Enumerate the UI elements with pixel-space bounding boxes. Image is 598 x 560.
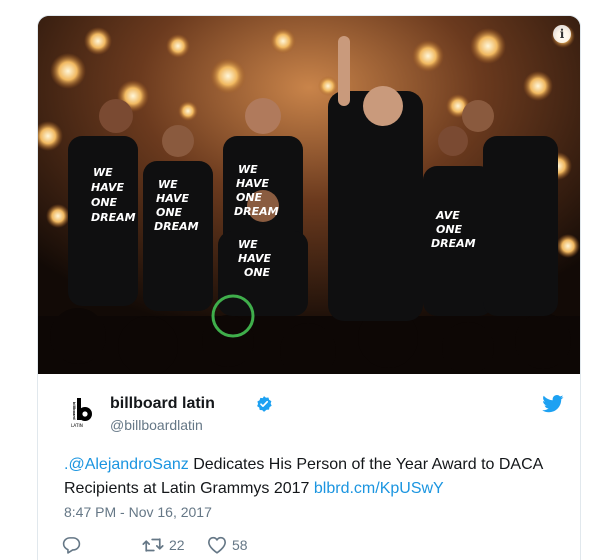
svg-text:HAVE: HAVE bbox=[236, 177, 269, 190]
avatar-label: LATIN bbox=[71, 423, 83, 428]
svg-text:WE: WE bbox=[238, 238, 258, 251]
user-handle[interactable]: @billboardlatin bbox=[110, 417, 203, 433]
retweet-icon bbox=[142, 538, 164, 552]
like-button[interactable]: 58 bbox=[207, 535, 248, 555]
svg-text:ONE: ONE bbox=[236, 191, 263, 204]
shirt-line: WE bbox=[93, 166, 113, 179]
retweet-count: 22 bbox=[169, 537, 185, 553]
svg-text:ONE: ONE bbox=[436, 223, 463, 236]
svg-text:ONE: ONE bbox=[244, 266, 271, 279]
svg-text:DREAM: DREAM bbox=[154, 220, 199, 233]
svg-text:ONE: ONE bbox=[156, 206, 183, 219]
heart-icon bbox=[208, 536, 226, 554]
shirt-line: HAVE bbox=[91, 181, 124, 194]
svg-text:WE: WE bbox=[238, 163, 258, 176]
reply-icon bbox=[62, 537, 81, 554]
like-count: 58 bbox=[232, 537, 248, 553]
tweet-card: WE HAVE ONE DREAM WE HAVE ONE DREAM WE HAVE O… bbox=[37, 15, 581, 560]
tweet-photo[interactable]: WE HAVE ONE DREAM WE HAVE ONE DREAM WE HAVE O… bbox=[38, 16, 580, 374]
avatar[interactable]: billboard LATIN bbox=[64, 394, 100, 430]
retweet-button[interactable]: 22 bbox=[142, 535, 185, 555]
billboard-logo-icon: billboard LATIN bbox=[71, 398, 92, 428]
svg-text:billboard: billboard bbox=[72, 402, 76, 420]
twitter-bird-icon[interactable] bbox=[542, 395, 564, 413]
svg-text:HAVE: HAVE bbox=[238, 252, 271, 265]
svg-text:DREAM: DREAM bbox=[431, 237, 476, 250]
tweet-text: .@AlejandroSanz Dedicates His Person of … bbox=[64, 453, 559, 501]
concert-photo-illustration: WE HAVE ONE DREAM WEHAVEONEDREAM WEHAVEO… bbox=[38, 16, 580, 374]
verified-badge-icon bbox=[257, 396, 272, 412]
tweet-header: billboard LATIN billboard latin @billboa… bbox=[64, 394, 564, 434]
svg-text:WE: WE bbox=[158, 178, 178, 191]
svg-text:AVE: AVE bbox=[435, 209, 460, 222]
tweet-timestamp[interactable]: 8:47 PM - Nov 16, 2017 bbox=[64, 504, 212, 520]
reply-button[interactable] bbox=[62, 535, 81, 555]
article-link[interactable]: blbrd.cm/KpUSwY bbox=[314, 480, 444, 497]
shirt-line: ONE bbox=[91, 196, 118, 209]
info-icon[interactable]: i bbox=[553, 25, 571, 43]
mention-link[interactable]: .@AlejandroSanz bbox=[64, 456, 189, 473]
svg-text:HAVE: HAVE bbox=[156, 192, 189, 205]
shirt-line: DREAM bbox=[91, 211, 136, 224]
display-name[interactable]: billboard latin bbox=[110, 395, 215, 413]
svg-text:DREAM: DREAM bbox=[234, 205, 279, 218]
